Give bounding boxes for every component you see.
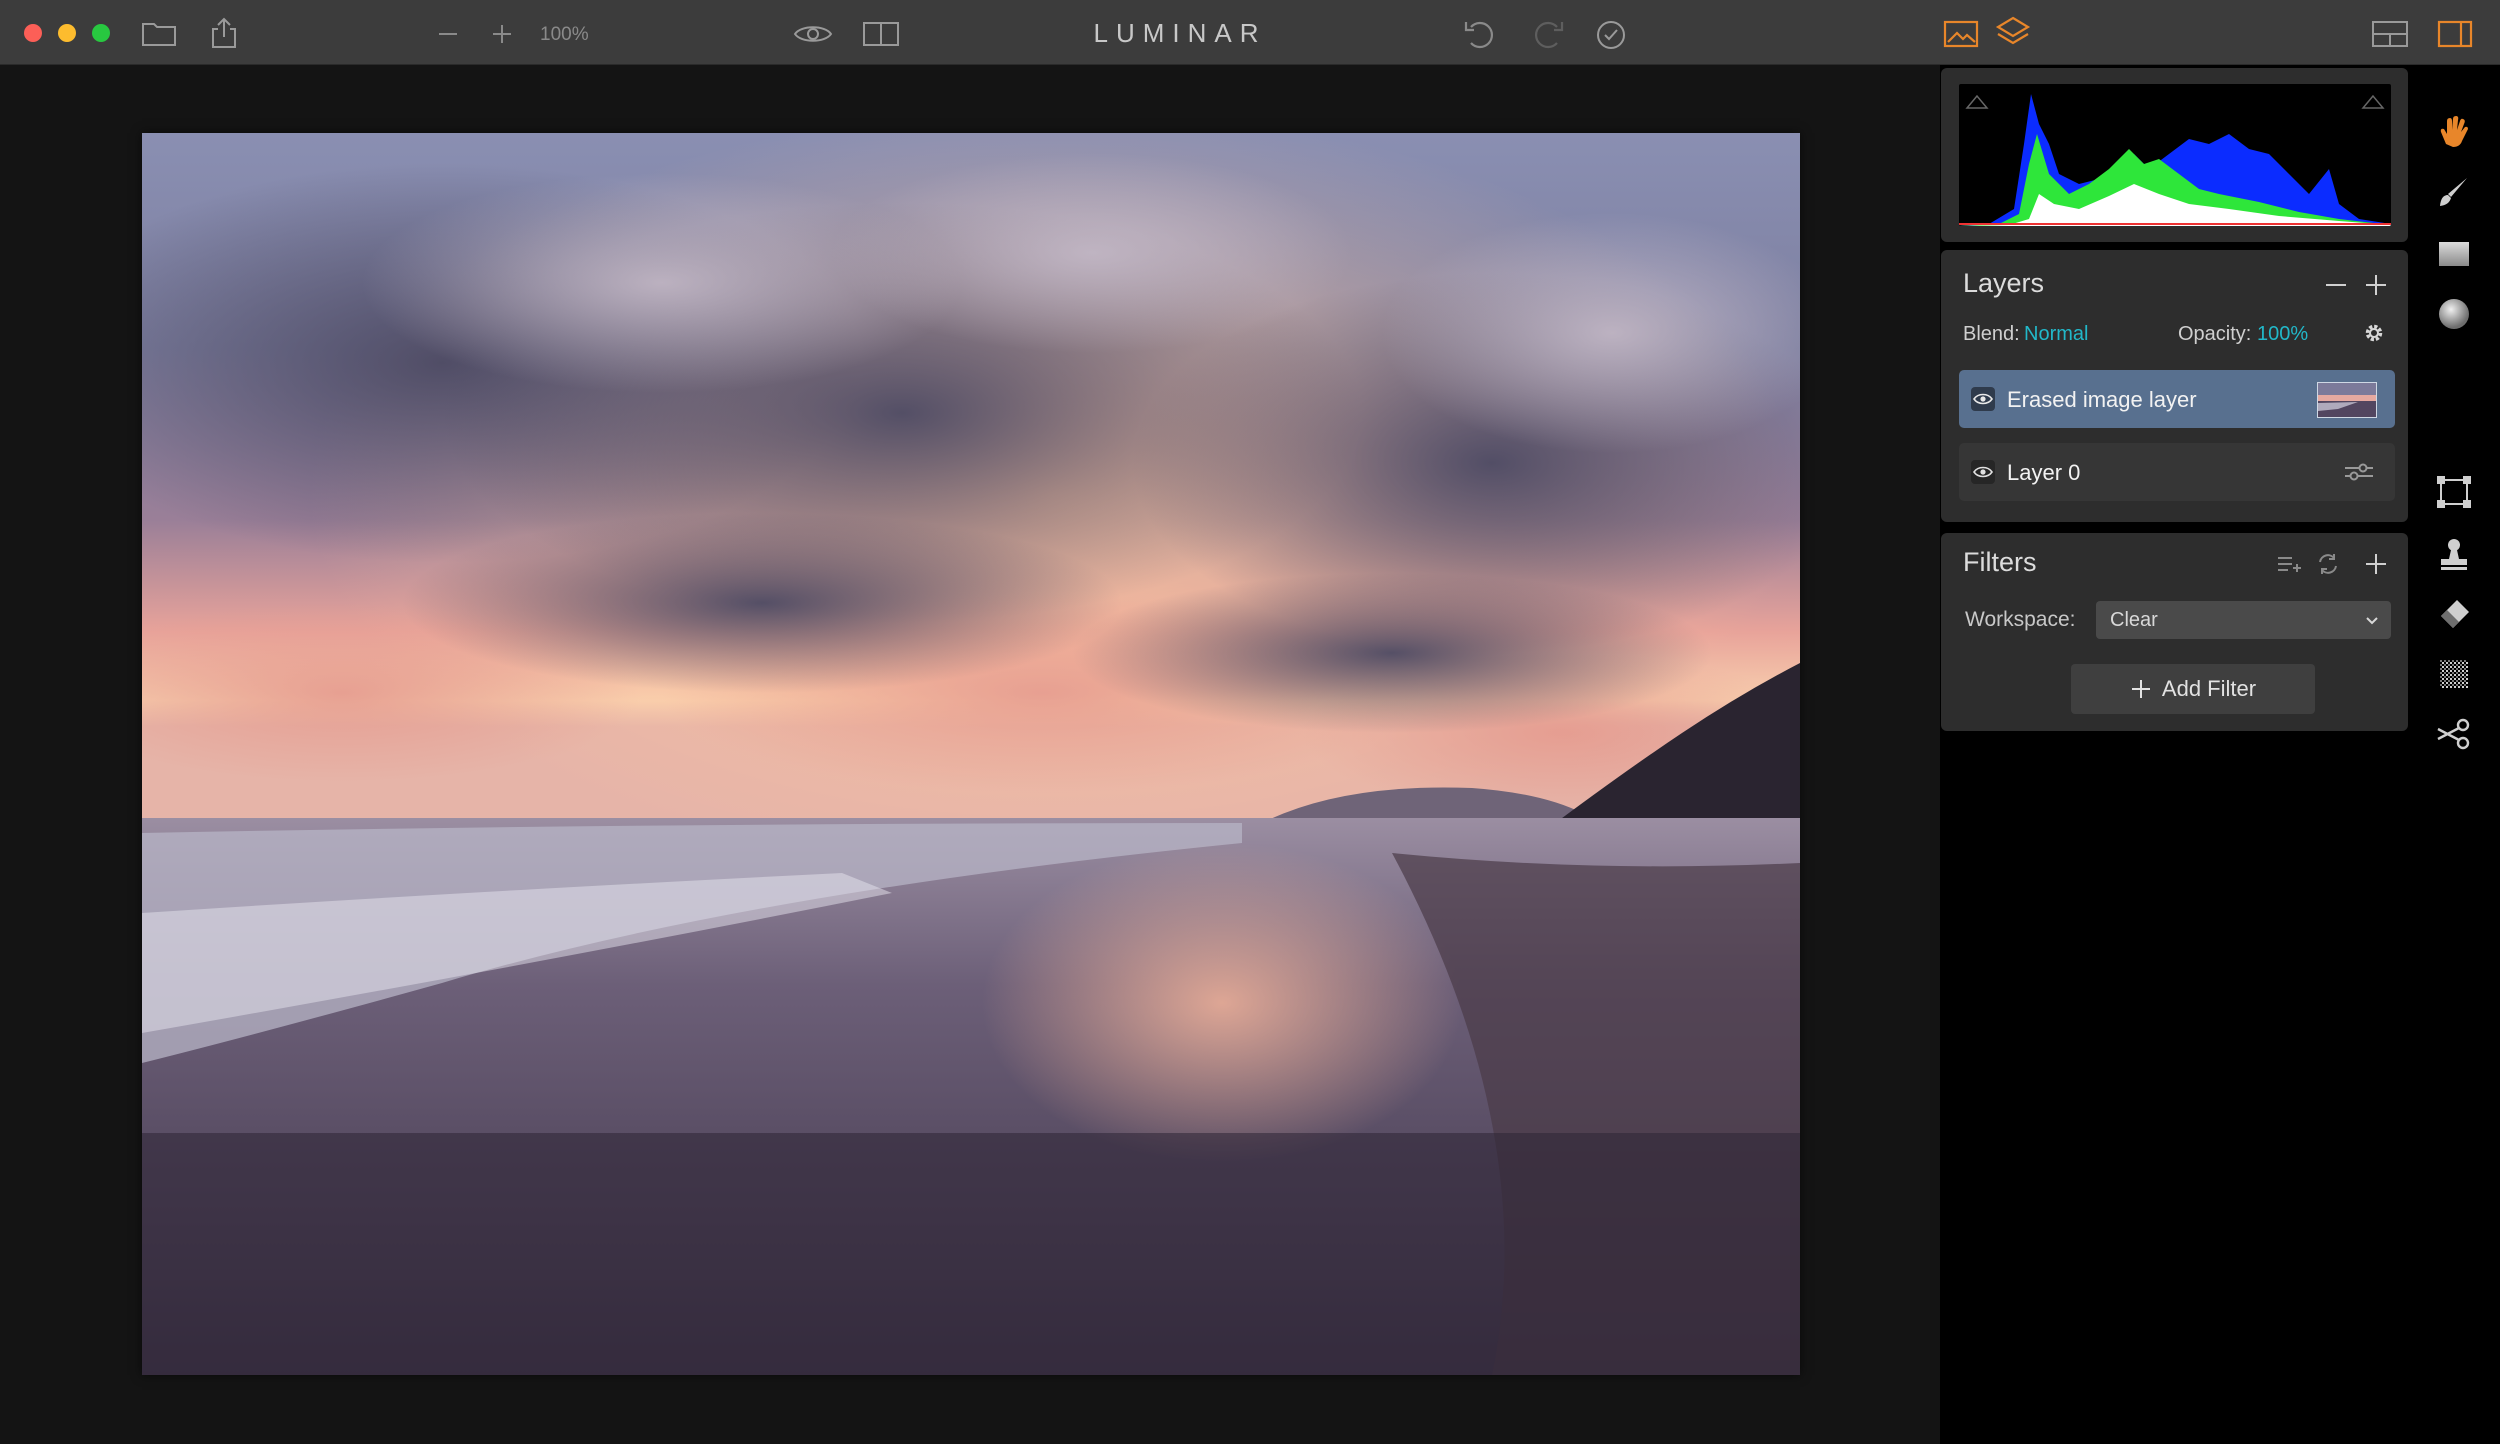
layer-row-layer-0[interactable]: Layer 0 [1959,443,2395,501]
histogram-graph [1959,94,2391,226]
sidebar-toggle-button[interactable] [2436,18,2474,50]
undo-icon [1464,21,1493,49]
scissors-icon [2437,718,2470,750]
opacity-label: Opacity: [2178,323,2252,345]
add-layer-button[interactable] [2361,270,2391,300]
layout-button[interactable] [2370,18,2410,50]
noise-tool-button[interactable] [2434,654,2474,694]
folder-icon [142,23,176,46]
add-filter-button[interactable]: Add Filter [2071,664,2315,714]
eye-icon [793,26,833,42]
layer-visibility-toggle[interactable] [1971,460,1995,484]
filters-panel: Filters Workspace: Clear Add Filter [1941,533,2408,731]
zoom-out-button[interactable] [434,22,462,46]
zoom-window-button[interactable] [92,24,110,42]
sync-filters-button[interactable] [2313,549,2343,579]
noise-icon [2440,660,2468,688]
history-button[interactable] [1594,18,1628,52]
transform-icon [2437,476,2471,508]
workspace-label: Workspace: [1965,608,2076,631]
image-icon [1943,20,1979,48]
photo-beach-sunset[interactable] [142,133,1800,1375]
eraser-tool-button[interactable] [2434,594,2474,634]
check-circle-icon [1597,21,1625,49]
chevron-down-icon [2366,617,2378,625]
gear-icon [2365,324,2383,342]
layer-row-erased-image[interactable]: Erased image layer [1959,370,2395,428]
add-filter-label: Add Filter [2161,676,2257,701]
gradient-tool-button[interactable] [2434,234,2474,274]
plus-icon [2366,275,2386,295]
share-button[interactable] [206,16,242,50]
plus-icon [2366,554,2386,574]
sliders-icon [2345,463,2373,481]
add-filter-plus-button[interactable] [2361,549,2391,579]
layer-visibility-toggle[interactable] [1971,387,1995,411]
layer-name: Layer 0 [2007,460,2081,485]
crop-tool-button[interactable] [2434,714,2474,754]
opacity-value[interactable]: 100% [2257,323,2308,346]
eraser-icon [2441,600,2469,628]
redo-icon [1535,21,1564,49]
eye-icon [1973,393,1993,405]
hand-tool-button[interactable] [2434,112,2474,152]
histogram-panel [1941,68,2408,242]
list-add-icon [2278,557,2301,572]
sync-icon [2319,554,2337,574]
undo-button[interactable] [1462,18,1498,50]
top-toolbar: 100% LUMINAR [0,0,2500,65]
workspace-value: Clear [2110,608,2158,631]
thumbnail-image [2318,383,2376,417]
image-panel-button[interactable] [1942,18,1980,50]
compare-view-button[interactable] [860,20,902,48]
split-view-icon [863,22,899,46]
hand-icon [2440,116,2468,147]
blend-label: Blend: [1963,323,2020,345]
filter-list-button[interactable] [2274,549,2304,579]
plus-icon [493,25,511,43]
minus-icon [439,33,457,35]
eye-icon [1973,466,1993,478]
blend-mode-dropdown[interactable]: Normal [2024,323,2088,346]
gradient-icon [2439,242,2469,266]
share-icon [212,17,236,48]
close-window-button[interactable] [24,24,42,42]
layer-name: Erased image layer [2007,387,2197,412]
redo-button[interactable] [1530,18,1566,50]
clone-stamp-tool-button[interactable] [2434,534,2474,574]
open-folder-button[interactable] [138,18,180,48]
preview-toggle-button[interactable] [792,20,834,48]
layout-icon [2372,21,2408,47]
layer-adjustment-button[interactable] [2341,457,2377,487]
clone-stamp-icon [2441,539,2467,570]
layers-title: Layers [1963,268,2045,298]
photo-image [142,133,1800,1375]
minus-icon [2326,284,2346,286]
transform-tool-button[interactable] [2434,472,2474,512]
app-title: LUMINAR [1093,18,1267,48]
layers-panel: Layers Blend: Normal Opacity: 100% Erase… [1941,250,2408,522]
sidebar-icon [2437,20,2473,48]
layer-settings-button[interactable] [2359,318,2389,348]
brush-icon [2440,178,2467,206]
highlight-clipping-icon[interactable] [2361,94,2385,109]
remove-layer-button[interactable] [2321,270,2351,300]
brush-tool-button[interactable] [2434,172,2474,212]
radial-tool-button[interactable] [2434,294,2474,334]
layers-icon [1995,16,2031,45]
layers-panel-button[interactable] [1994,14,2032,52]
zoom-in-button[interactable] [488,22,516,46]
radial-gradient-icon [2439,299,2469,329]
workspace-dropdown[interactable]: Clear [2096,601,2391,639]
shadow-clipping-icon[interactable] [1965,94,1989,109]
plus-icon [2131,680,2150,698]
minimize-window-button[interactable] [58,24,76,42]
filters-title: Filters [1963,547,2037,577]
layer-thumbnail [2317,382,2377,418]
zoom-level-label[interactable]: 100% [540,24,589,46]
histogram [1959,84,2391,226]
